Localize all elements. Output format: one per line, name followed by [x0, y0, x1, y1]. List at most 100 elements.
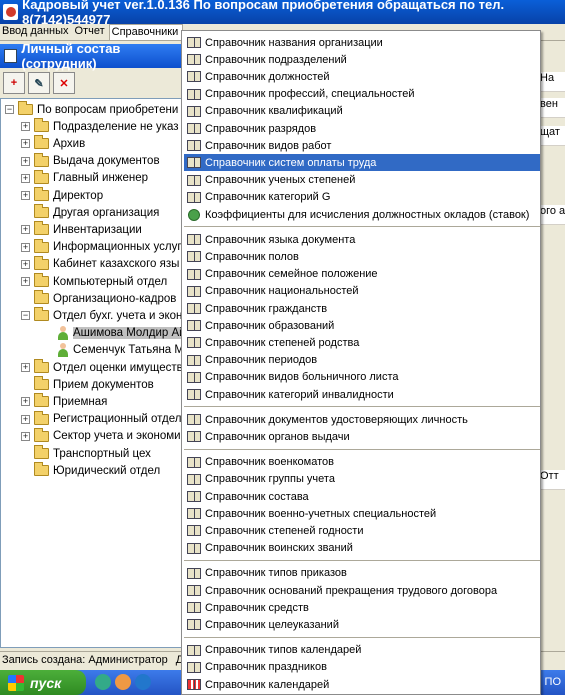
menu-item-label: Справочник подразделений: [205, 53, 347, 66]
menu-item-reference[interactable]: Справочник полов: [184, 248, 540, 265]
menu-item-reference[interactable]: Справочник подразделений: [184, 51, 540, 68]
folder-icon: [34, 427, 49, 442]
menu-item-reference[interactable]: Справочник военкоматов: [184, 454, 540, 471]
expand-toggle[interactable]: +: [21, 431, 30, 441]
menu-item-reference[interactable]: Справочник категорий G: [184, 189, 540, 206]
delete-button[interactable]: ✕: [53, 72, 75, 94]
menu-item-reference[interactable]: Справочник воинских званий: [184, 540, 540, 557]
tree-node-label: Директор: [53, 189, 104, 202]
menu-item-reference[interactable]: Справочник типов приказов: [184, 565, 540, 582]
department-node[interactable]: + Выдача документов: [21, 152, 160, 170]
book-icon: [187, 456, 201, 468]
menu-item-reference[interactable]: Справочник праздников: [184, 659, 540, 676]
menu-item-label: Справочник образований: [205, 319, 335, 332]
department-node[interactable]: + Сектор учета и экономи: [21, 427, 181, 445]
employee-node[interactable]: Ашимова Молдир Ай: [57, 325, 182, 342]
menu-item-reference[interactable]: Справочник разрядов: [184, 120, 540, 137]
expand-toggle[interactable]: +: [21, 414, 30, 424]
department-node[interactable]: + Инвентаризации: [21, 221, 142, 238]
menu-item-reference[interactable]: Справочник национальностей: [184, 283, 540, 300]
folder-icon: [34, 187, 49, 201]
menu-item-reference[interactable]: Справочник видов работ: [184, 137, 540, 154]
menu-item-reference[interactable]: Справочник периодов: [184, 352, 540, 369]
staff-window-title-text: Личный состав (сотрудник): [21, 41, 121, 71]
department-node[interactable]: + Подразделение не указ: [21, 118, 179, 135]
department-tree[interactable]: − По вопросам приобретени + Подразделение н…: [0, 98, 183, 648]
department-node[interactable]: + Приемная: [21, 393, 107, 410]
menu-item-reference[interactable]: Справочник органов выдачи: [184, 428, 540, 445]
expand-toggle[interactable]: +: [21, 363, 30, 372]
menu-item-reference[interactable]: Справочник документов удостоверяющих лич…: [184, 411, 540, 428]
department-node[interactable]: + Компьютерный отдел: [21, 273, 167, 290]
employee-node[interactable]: Семенчук Татьяна М: [57, 342, 182, 359]
collapse-toggle[interactable]: −: [21, 311, 30, 321]
expand-toggle[interactable]: +: [21, 173, 30, 183]
menu-report[interactable]: Отчет: [73, 24, 109, 40]
menu-item-reference[interactable]: Справочник языка документа: [184, 231, 540, 248]
expand-toggle[interactable]: +: [21, 277, 30, 286]
collapse-toggle[interactable]: −: [5, 105, 14, 114]
department-node[interactable]: Прием документов: [21, 376, 154, 393]
department-node[interactable]: + Информационных услуг: [21, 238, 182, 256]
menu-item-reference[interactable]: Справочник семейное положение: [184, 266, 540, 283]
department-node[interactable]: + Отдел оценки имуществ: [21, 359, 182, 376]
browser-icon[interactable]: [115, 674, 131, 690]
menu-references[interactable]: Справочники: [108, 24, 184, 40]
department-node[interactable]: + Регистрационный отдел: [21, 410, 181, 428]
book-icon: [187, 525, 201, 537]
department-node[interactable]: + Кабинет казахского язы: [21, 255, 179, 273]
menu-item-reference[interactable]: Справочник степеней родства: [184, 334, 540, 351]
expand-toggle[interactable]: +: [21, 139, 30, 149]
ie-icon[interactable]: [135, 674, 151, 690]
start-button[interactable]: пуск: [0, 670, 86, 695]
book-icon: [187, 123, 201, 134]
tree-node-label: Архив: [53, 137, 86, 150]
expand-toggle[interactable]: +: [21, 259, 30, 269]
department-node[interactable]: + Архив: [21, 135, 85, 152]
menu-item-reference[interactable]: Справочник календарей: [184, 676, 540, 693]
menu-item-reference[interactable]: Справочник квалификаций: [184, 103, 540, 120]
department-node[interactable]: + Директор: [21, 187, 103, 204]
menu-item-reference[interactable]: Справочник систем оплаты труда: [184, 154, 540, 172]
expand-toggle[interactable]: +: [21, 122, 30, 132]
add-button[interactable]: +: [3, 72, 25, 94]
menu-item-reference[interactable]: Справочник средств: [184, 599, 540, 616]
calendar-icon: [187, 679, 201, 690]
edit-button[interactable]: ✎: [28, 72, 50, 94]
menu-item-reference[interactable]: Справочник оснований прекращения трудово…: [184, 582, 540, 599]
menu-item-reference[interactable]: Справочник группы учета: [184, 471, 540, 488]
expand-toggle[interactable]: +: [21, 191, 30, 200]
tree-node-label: Ашимова Молдир Ай: [73, 327, 182, 340]
menu-item-reference[interactable]: Справочник образований: [184, 317, 540, 334]
department-node[interactable]: − Отдел бухг. учета и экон: [21, 307, 182, 324]
expand-toggle[interactable]: +: [21, 156, 30, 166]
expand-toggle[interactable]: +: [21, 397, 30, 407]
expand-toggle[interactable]: +: [21, 242, 30, 252]
tray-text: ПО: [544, 676, 561, 688]
department-node[interactable]: Транспортный цех: [21, 445, 151, 462]
menu-item-reference[interactable]: Коэффициенты для исчисления должностных …: [184, 206, 540, 223]
menu-item-reference[interactable]: Справочник категорий инвалидности: [184, 386, 540, 403]
menu-item-reference[interactable]: Справочник названия организации: [184, 34, 540, 51]
menu-item-reference[interactable]: Справочник целеуказаний: [184, 616, 540, 633]
department-node[interactable]: + Главный инженер: [21, 169, 148, 187]
menu-item-reference[interactable]: Справочник степеней годности: [184, 522, 540, 539]
menu-item-reference[interactable]: Справочник состава: [184, 488, 540, 505]
menu-item-reference[interactable]: Справочник должностей: [184, 68, 540, 85]
menu-item-reference[interactable]: Справочник гражданств: [184, 300, 540, 317]
menu-item-reference[interactable]: Справочник видов больничного листа: [184, 369, 540, 386]
menu-item-reference[interactable]: Справочник военно-учетных специальностей: [184, 505, 540, 522]
menu-item-label: Справочник языка документа: [205, 233, 356, 246]
tree-root[interactable]: − По вопросам приобретени: [5, 101, 178, 118]
department-node[interactable]: Юридический отдел: [21, 462, 160, 479]
menu-data-entry[interactable]: Ввод данных: [0, 24, 73, 40]
book-icon: [187, 71, 201, 83]
quicklaunch-icon[interactable]: [95, 674, 111, 690]
menu-item-reference[interactable]: Справочник ученых степеней: [184, 172, 540, 189]
department-node[interactable]: Организационо-кадров: [21, 290, 176, 307]
department-node[interactable]: Другая организация: [21, 204, 159, 221]
menu-item-reference[interactable]: Справочник профессий, специальностей: [184, 86, 540, 103]
bg-fragment: вен: [540, 98, 565, 118]
menu-item-reference[interactable]: Справочник типов календарей: [184, 642, 540, 659]
expand-toggle[interactable]: +: [21, 225, 30, 235]
